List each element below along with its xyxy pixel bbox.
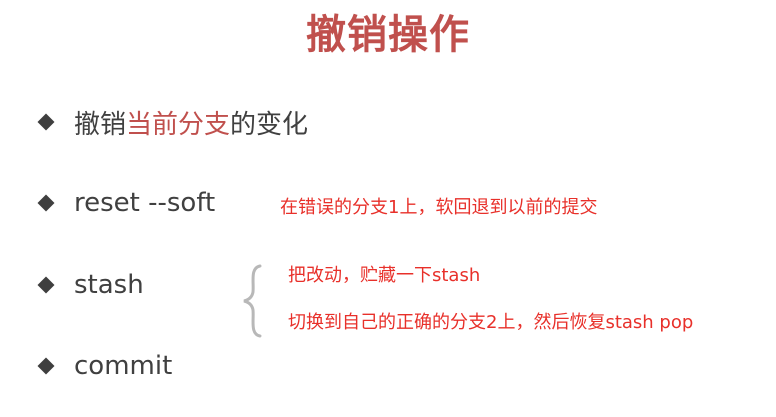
- bullet-text-highlight: 当前分支: [126, 109, 231, 140]
- bullet-item-commit: commit: [36, 346, 172, 386]
- bullet-item-reset-soft: reset --soft: [36, 183, 215, 223]
- bullet-text-prefix: 撤销: [74, 109, 127, 140]
- bullet-text: 撤销当前分支的变化: [74, 104, 308, 141]
- bullet-item-undo-branch-changes: 撤销当前分支的变化: [36, 102, 308, 142]
- note-stash-pop: 切换到自己的正确的分支2上，然后恢复stash pop: [288, 312, 694, 333]
- bullet-text: stash: [74, 270, 144, 300]
- bullet-text: reset --soft: [74, 188, 216, 218]
- note-stash-save: 把改动，贮藏一下stash: [288, 265, 481, 286]
- diamond-bullet-icon: [37, 113, 55, 131]
- bullet-text: commit: [74, 351, 173, 381]
- diamond-bullet-icon: [37, 357, 55, 375]
- page-title: 撤销操作: [306, 12, 470, 58]
- diamond-bullet-icon: [37, 276, 55, 294]
- diamond-bullet-icon: [37, 194, 55, 212]
- bullet-item-stash: stash: [36, 265, 144, 305]
- note-reset-soft: 在错误的分支1上，软回退到以前的提交: [280, 197, 598, 218]
- curly-brace-icon: [243, 264, 262, 338]
- bullet-text-suffix: 的变化: [230, 109, 309, 140]
